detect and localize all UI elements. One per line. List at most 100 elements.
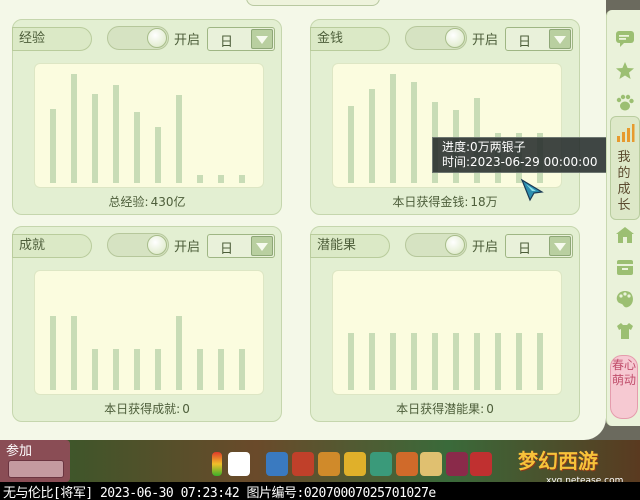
chart-bar[interactable] bbox=[239, 349, 245, 390]
period-select[interactable]: 日 bbox=[505, 234, 573, 258]
period-select[interactable]: 日 bbox=[505, 27, 573, 51]
chart-bar[interactable] bbox=[239, 175, 245, 183]
chart-bar[interactable] bbox=[390, 333, 396, 390]
tooltip-time-label: 时间: bbox=[442, 155, 471, 169]
toggle-knob bbox=[147, 235, 167, 255]
join-button-label: 参加 bbox=[6, 444, 33, 459]
chart-bar[interactable] bbox=[92, 94, 98, 183]
health-meter bbox=[212, 452, 222, 476]
chart-bar[interactable] bbox=[218, 175, 224, 183]
period-select-value: 日 bbox=[220, 242, 234, 257]
chart-bar[interactable] bbox=[113, 349, 119, 390]
toggle-label: 开启 bbox=[472, 33, 499, 48]
chart-bar[interactable] bbox=[155, 127, 161, 183]
toggle-knob bbox=[445, 235, 465, 255]
enable-toggle[interactable] bbox=[405, 233, 467, 257]
chart-bar[interactable] bbox=[348, 333, 354, 390]
footer-value: 18万 bbox=[470, 195, 498, 209]
chart-bar[interactable] bbox=[411, 333, 417, 390]
coin-icon[interactable] bbox=[344, 452, 366, 476]
chart-bar[interactable] bbox=[113, 85, 119, 183]
toggle-label: 开启 bbox=[472, 240, 499, 255]
join-button[interactable]: 参加 bbox=[0, 440, 70, 482]
chart-bar[interactable] bbox=[369, 333, 375, 390]
enable-toggle[interactable] bbox=[107, 233, 169, 257]
toggle-label: 开启 bbox=[174, 33, 201, 48]
palette-icon[interactable] bbox=[614, 288, 636, 310]
growth-panel: 经验 开启 日 总经验: 430亿 金钱 开启 日 本日获得金钱: 18万 成就 开… bbox=[0, 0, 608, 440]
box-icon[interactable] bbox=[614, 256, 636, 278]
toggle-label: 开启 bbox=[174, 240, 201, 255]
chevron-down-icon[interactable] bbox=[251, 29, 273, 49]
lantern-icon[interactable] bbox=[470, 452, 492, 476]
chart-bar[interactable] bbox=[495, 333, 501, 390]
chart-bar[interactable] bbox=[134, 349, 140, 390]
chevron-down-icon[interactable] bbox=[549, 29, 571, 49]
footer-label: 本日获得金钱: bbox=[392, 195, 469, 209]
paw-icon[interactable] bbox=[614, 92, 636, 114]
card-title: 经验 bbox=[12, 27, 92, 51]
experience-card: 经验 开启 日 总经验: 430亿 bbox=[12, 19, 282, 215]
star-icon[interactable] bbox=[614, 60, 636, 82]
caption-text: 无与伦比[将军] 2023-06-30 07:23:42 图片编号:020700… bbox=[3, 486, 436, 500]
card-footer: 本日获得成就: 0 bbox=[13, 400, 281, 417]
chart-bar[interactable] bbox=[155, 349, 161, 390]
enable-toggle[interactable] bbox=[405, 26, 467, 50]
lion-icon[interactable] bbox=[396, 452, 418, 476]
lantern-icon[interactable] bbox=[370, 452, 392, 476]
achievement-card: 成就 开启 日 本日获得成就: 0 bbox=[12, 226, 282, 422]
chart-bar[interactable] bbox=[71, 316, 77, 390]
chart-bar[interactable] bbox=[134, 112, 140, 183]
toggle-knob bbox=[445, 28, 465, 48]
footer-label: 本日获得潜能果: bbox=[396, 402, 485, 416]
signal-bars-icon bbox=[614, 122, 636, 144]
period-select[interactable]: 日 bbox=[207, 234, 275, 258]
chart-bar[interactable] bbox=[453, 333, 459, 390]
card-title: 成就 bbox=[12, 234, 92, 258]
game-logo: 梦幻西游 bbox=[518, 448, 598, 473]
potential-fruit-card: 潜能果 开启 日 本日获得潜能果: 0 bbox=[310, 226, 580, 422]
chart-bar[interactable] bbox=[348, 106, 354, 183]
chart-bar[interactable] bbox=[411, 82, 417, 183]
orb-icon[interactable] bbox=[446, 452, 468, 476]
chart-bar[interactable] bbox=[218, 349, 224, 390]
shirt-icon[interactable] bbox=[614, 320, 636, 342]
chevron-down-icon[interactable] bbox=[251, 236, 273, 256]
card-footer: 本日获得潜能果: 0 bbox=[311, 400, 579, 417]
drum-icon[interactable] bbox=[318, 452, 340, 476]
bar-chart bbox=[34, 270, 264, 395]
chart-bar[interactable] bbox=[176, 316, 182, 390]
join-button-panel bbox=[8, 460, 64, 478]
chest-icon[interactable] bbox=[292, 452, 314, 476]
tooltip-time-row: 时间:2023-06-29 00:00:00 bbox=[442, 155, 607, 170]
chart-bar[interactable] bbox=[537, 333, 543, 390]
tooltip-progress-row: 进度:0万两银子 bbox=[442, 140, 607, 155]
house-icon[interactable] bbox=[614, 224, 636, 246]
chart-bar[interactable] bbox=[197, 349, 203, 390]
chart-bar[interactable] bbox=[92, 349, 98, 390]
chart-bar[interactable] bbox=[50, 316, 56, 390]
spring-heart-button[interactable]: 春心萌动 bbox=[610, 355, 638, 419]
chart-bar[interactable] bbox=[197, 175, 203, 183]
side-tab-bar: 我的成长 春心萌动 bbox=[606, 10, 640, 426]
chart-bar[interactable] bbox=[474, 333, 480, 390]
scroll-icon[interactable] bbox=[420, 452, 442, 476]
chat-icon[interactable] bbox=[614, 28, 636, 50]
game-hotbar: 参加 梦幻西游 xyq.netease.com bbox=[0, 440, 640, 486]
chart-bar[interactable] bbox=[71, 74, 77, 183]
caption-bar: 无与伦比[将军] 2023-06-30 07:23:42 图片编号:020700… bbox=[0, 482, 640, 500]
card-title: 金钱 bbox=[310, 27, 390, 51]
pet-icon[interactable] bbox=[228, 452, 250, 476]
chart-bar[interactable] bbox=[369, 89, 375, 183]
chart-bar[interactable] bbox=[176, 95, 182, 183]
chart-bar[interactable] bbox=[50, 109, 56, 183]
chart-bar[interactable] bbox=[516, 333, 522, 390]
period-select[interactable]: 日 bbox=[207, 27, 275, 51]
enable-toggle[interactable] bbox=[107, 26, 169, 50]
cursor-icon bbox=[520, 178, 544, 202]
chart-bar[interactable] bbox=[432, 333, 438, 390]
sword-icon[interactable] bbox=[266, 452, 288, 476]
period-select-value: 日 bbox=[220, 35, 234, 50]
chevron-down-icon[interactable] bbox=[549, 236, 571, 256]
chart-bar[interactable] bbox=[390, 74, 396, 183]
